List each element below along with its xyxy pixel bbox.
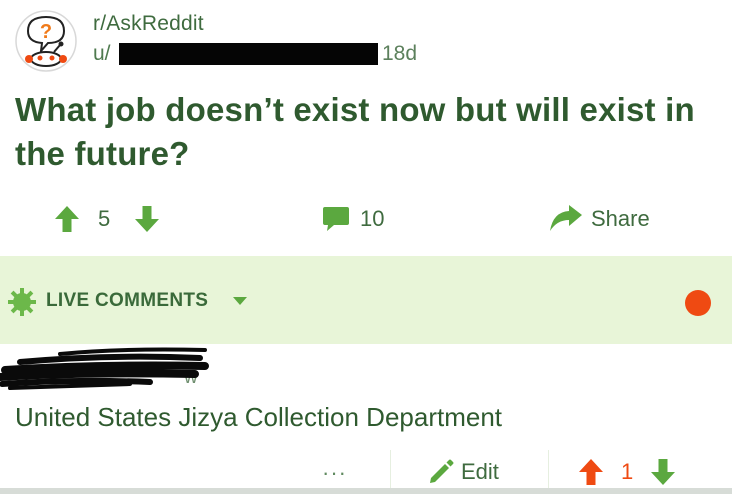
comment-meta: w: [0, 344, 260, 394]
action-divider: [390, 450, 391, 490]
svg-text:?: ?: [40, 21, 52, 43]
subreddit-avatar[interactable]: ?: [14, 9, 78, 73]
arrow-up-icon: [579, 459, 603, 485]
arrow-down-icon: [135, 206, 159, 232]
share-button[interactable]: Share: [549, 202, 669, 236]
live-comments-label: LIVE COMMENTS: [46, 290, 209, 311]
username[interactable]: u/: [93, 42, 111, 66]
chevron-down-icon: [233, 297, 247, 305]
edit-label: Edit: [461, 459, 499, 484]
comment-bubble-icon: [323, 207, 349, 231]
askreddit-snoo-icon: ?: [15, 10, 77, 72]
post-header: ? r/AskReddit u/ 18d: [0, 0, 732, 80]
post-title[interactable]: What job doesn’t exist now but will exis…: [15, 88, 705, 176]
post-action-bar: 5 10 Share: [0, 194, 732, 244]
share-arrow-icon: [550, 205, 582, 231]
comment-count: 10: [360, 206, 385, 231]
upvote-button[interactable]: [54, 205, 80, 238]
username-scribble-redaction: [0, 347, 209, 390]
edit-button[interactable]: Edit: [427, 456, 517, 486]
post-score: 5: [98, 206, 111, 231]
subreddit-name[interactable]: r/AskReddit: [93, 12, 204, 36]
live-comments-bar[interactable]: LIVE COMMENTS: [0, 256, 732, 344]
comment-body: United States Jizya Collection Departmen…: [15, 402, 503, 432]
action-divider: [548, 450, 549, 490]
live-indicator-dot: [685, 290, 711, 316]
share-label: Share: [591, 206, 650, 231]
arrow-down-icon: [651, 459, 675, 485]
downvote-button[interactable]: [134, 205, 160, 238]
bottom-divider: [0, 488, 732, 494]
comment: w United States Jizya Collection Departm…: [0, 344, 732, 494]
arrow-up-icon: [55, 206, 79, 232]
comment-score: 1: [621, 459, 634, 484]
comment-downvote-button[interactable]: [650, 458, 676, 491]
gear-icon: [8, 288, 36, 316]
pencil-icon: [430, 459, 454, 483]
post-age: 18d: [382, 42, 418, 65]
more-options-button[interactable]: ···: [322, 460, 347, 486]
username-redaction: [119, 43, 378, 65]
comment-upvote-button[interactable]: [578, 458, 604, 491]
